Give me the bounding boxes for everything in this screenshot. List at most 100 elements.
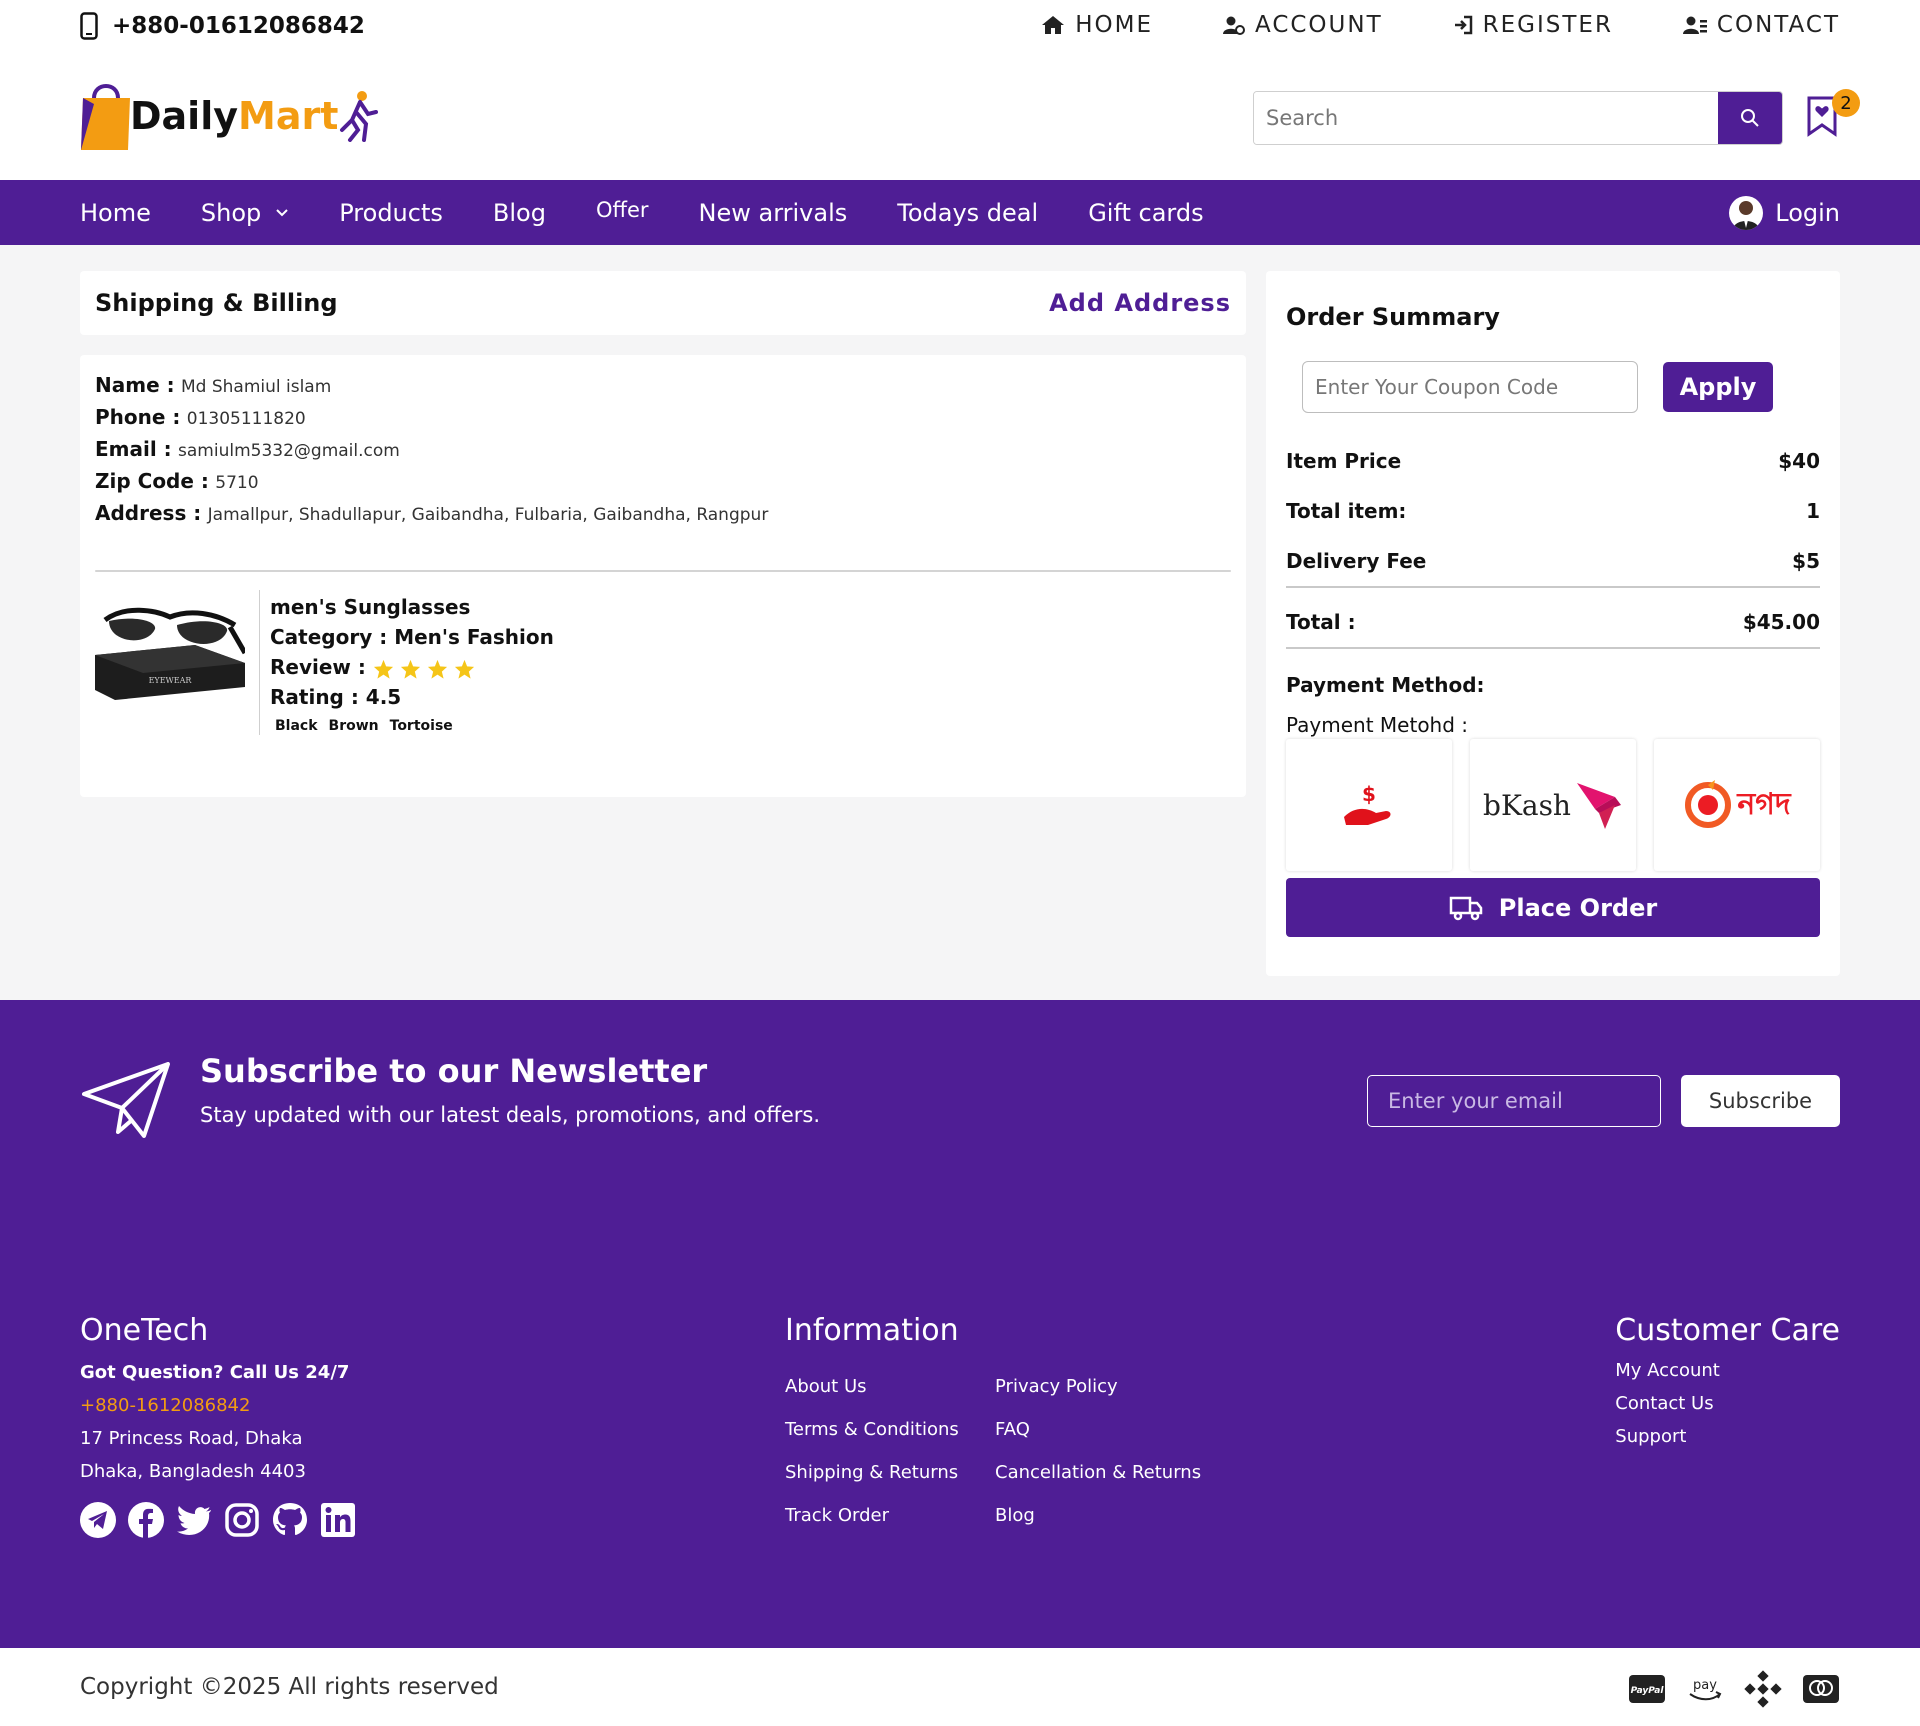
shipping-email: Email : samiulm5332@gmail.com (95, 437, 400, 461)
footer-link-faq[interactable]: FAQ (995, 1419, 1215, 1440)
footer-link-privacy-policy[interactable]: Privacy Policy (995, 1376, 1215, 1397)
product-image[interactable]: EYEWEAR (95, 590, 245, 710)
footer-brand: OneTech (80, 1313, 209, 1348)
nav-new-arrivals[interactable]: New arrivals (699, 199, 848, 227)
chevron-down-icon (275, 208, 289, 218)
copyright-text: Copyright ©2025 All rights reserved (80, 1674, 499, 1700)
top-nav-home[interactable]: HOME (1041, 12, 1153, 38)
header-phone-number: +880-01612086842 (112, 13, 365, 39)
shipping-name: Name : Md Shamiul islam (95, 373, 332, 397)
main-nav: Home Shop Products Blog Offer New arriva… (0, 180, 1920, 245)
binance-icon (1744, 1670, 1782, 1708)
place-order-button[interactable]: Place Order (1286, 878, 1820, 937)
header-phone[interactable]: +880-01612086842 (80, 12, 365, 40)
running-person-icon (338, 90, 379, 142)
total-item-row: Total item: 1 (1286, 499, 1820, 523)
apply-coupon-button[interactable]: Apply (1663, 362, 1773, 412)
search-input[interactable] (1254, 92, 1718, 144)
svg-text:$: $ (1362, 782, 1376, 806)
facebook-icon[interactable] (128, 1502, 164, 1538)
product-name[interactable]: men's Sunglasses (270, 592, 554, 622)
search-button[interactable] (1718, 92, 1782, 144)
star-icon (454, 659, 475, 679)
shipping-phone: Phone : 01305111820 (95, 405, 306, 429)
footer-link-shipping-returns[interactable]: Shipping & Returns (785, 1462, 995, 1483)
footer-customer-care: Customer Care My Account Contact Us Supp… (1615, 1313, 1840, 1447)
footer-link-track-order[interactable]: Track Order (785, 1505, 995, 1526)
nav-home[interactable]: Home (80, 199, 151, 227)
product-review: Review : (270, 652, 554, 682)
product-separator (259, 590, 260, 735)
color-option[interactable]: Black (275, 718, 318, 734)
github-icon[interactable] (272, 1502, 308, 1538)
wishlist-button[interactable]: 2 (1806, 89, 1860, 139)
coupon-input[interactable] (1302, 361, 1638, 413)
footer-link-about-us[interactable]: About Us (785, 1376, 995, 1397)
contact-icon (1682, 15, 1707, 35)
footer-link-cancellation-returns[interactable]: Cancellation & Returns (995, 1462, 1215, 1483)
newsletter-title: Subscribe to our Newsletter (200, 1052, 708, 1090)
product-rating: Rating : 4.5 (270, 685, 402, 709)
top-header: +880-01612086842 HOME ACCOUNT REGISTER C… (0, 0, 1920, 180)
user-gear-icon (1222, 15, 1245, 35)
nav-gift-cards[interactable]: Gift cards (1088, 199, 1203, 227)
login-link[interactable]: Login (1729, 180, 1840, 245)
site-logo[interactable]: DailyMart (80, 80, 379, 152)
footer-customer-care-title: Customer Care (1615, 1313, 1840, 1348)
cart-product: EYEWEAR men's Sunglasses Category : Men'… (95, 590, 554, 735)
nagad-logo-icon (1683, 780, 1733, 830)
wishlist-count-badge: 2 (1832, 89, 1860, 117)
footer-link-support[interactable]: Support (1615, 1426, 1686, 1447)
order-summary-title: Order Summary (1286, 303, 1500, 331)
paper-plane-icon (82, 1062, 172, 1142)
payment-method-subtitle: Payment Metohd : (1286, 713, 1469, 737)
delivery-truck-icon (1449, 895, 1483, 921)
product-category: Category : Men's Fashion (270, 625, 554, 649)
review-stars (373, 659, 475, 679)
footer-link-terms[interactable]: Terms & Conditions (785, 1419, 995, 1440)
nav-offer[interactable]: Offer (596, 198, 649, 222)
footer-phone[interactable]: +880-1612086842 (80, 1395, 356, 1416)
payment-option-cash-on-delivery[interactable]: $ (1286, 739, 1452, 871)
add-address-link[interactable]: Add Address (1049, 289, 1231, 317)
footer-link-my-account[interactable]: My Account (1615, 1360, 1720, 1381)
footer-information-title: Information (785, 1313, 959, 1348)
nav-todays-deal[interactable]: Todays deal (897, 199, 1038, 227)
top-nav-account-label: ACCOUNT (1254, 12, 1383, 38)
linkedin-icon[interactable] (320, 1502, 356, 1538)
home-icon (1041, 15, 1065, 35)
payment-option-nagad[interactable]: নগদ (1654, 739, 1820, 871)
nav-products[interactable]: Products (339, 199, 443, 227)
color-option[interactable]: Brown (329, 718, 379, 734)
delivery-fee-row: Delivery Fee $5 (1286, 549, 1820, 573)
footer-question: Got Question? Call Us 24/7 (80, 1362, 350, 1383)
subscribe-button[interactable]: Subscribe (1681, 1075, 1840, 1127)
footer-link-contact-us[interactable]: Contact Us (1615, 1393, 1713, 1414)
shipping-zip: Zip Code : 5710 (95, 469, 259, 493)
footer-address-line-1: 17 Princess Road, Dhaka (80, 1428, 303, 1449)
footer-information: Information About Us Privacy Policy Term… (785, 1313, 1215, 1526)
shopping-bag-icon (80, 80, 134, 152)
footer-link-blog[interactable]: Blog (995, 1505, 1215, 1526)
telegram-icon[interactable] (80, 1502, 116, 1538)
total-item-value: 1 (1806, 499, 1820, 523)
top-nav-account[interactable]: ACCOUNT (1222, 12, 1383, 38)
nav-shop[interactable]: Shop (201, 199, 289, 227)
twitter-icon[interactable] (176, 1502, 212, 1538)
search-icon (1740, 108, 1760, 128)
payment-option-bkash[interactable]: bKash (1470, 739, 1636, 871)
nav-blog[interactable]: Blog (493, 199, 546, 227)
footer-contact: OneTech Got Question? Call Us 24/7 +880-… (80, 1313, 356, 1538)
top-nav-register[interactable]: REGISTER (1453, 12, 1613, 38)
coupon-row: Apply (1302, 361, 1773, 413)
newsletter-email-input[interactable] (1367, 1075, 1661, 1127)
top-nav-contact[interactable]: CONTACT (1682, 12, 1840, 38)
delivery-fee-value: $5 (1792, 549, 1820, 573)
payment-methods: $ bKash নগদ (1286, 739, 1820, 871)
bkash-bird-icon (1575, 779, 1623, 831)
avatar (1729, 195, 1764, 230)
shipping-address: Address : Jamallpur, Shadullapur, Gaiban… (95, 501, 769, 525)
top-nav: HOME ACCOUNT REGISTER CONTACT (1041, 12, 1840, 38)
instagram-icon[interactable] (224, 1502, 260, 1538)
color-option[interactable]: Tortoise (390, 718, 453, 734)
